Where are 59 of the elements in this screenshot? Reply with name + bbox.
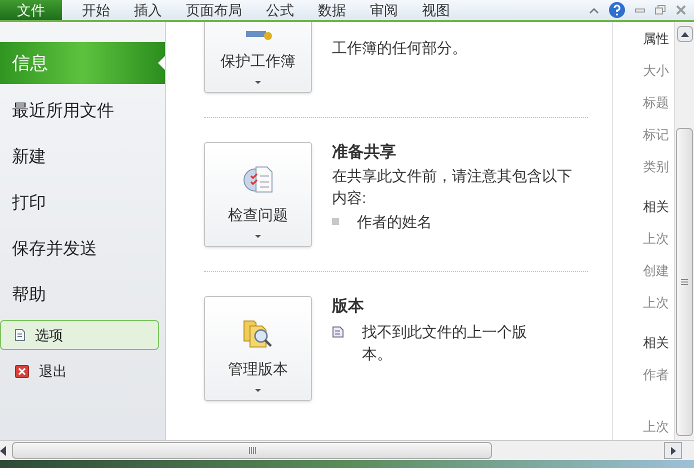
caret-icon (255, 389, 261, 392)
ribbon-tab[interactable]: 页面布局 (174, 0, 254, 20)
horizontal-scrollbar[interactable] (0, 440, 694, 460)
sidebar-item[interactable]: 最近所用文件 (0, 88, 165, 134)
property-label: 类别 (643, 158, 670, 176)
dropdown-button[interactable]: 检查问题 (204, 142, 312, 247)
list-item: 作者的姓名 (357, 213, 433, 233)
scroll-thumb[interactable] (12, 442, 492, 459)
ribbon-tab[interactable]: 数据 (306, 0, 358, 20)
description: 工作簿的任何部分。 (332, 39, 468, 59)
sidebar-item[interactable]: 选项 (0, 320, 159, 350)
caret-icon (255, 81, 261, 84)
scroll-up-button[interactable] (676, 26, 692, 42)
minimize-icon[interactable] (635, 7, 645, 13)
document-icon (15, 329, 25, 341)
property-label: 大小 (643, 62, 670, 80)
property-label: 上次 (643, 418, 670, 436)
description: 在共享此文件前，请注意其包含以下内容: (332, 167, 573, 209)
close-icon (15, 364, 29, 378)
restore-icon[interactable] (655, 5, 666, 15)
sidebar-item[interactable]: 打印 (0, 180, 165, 226)
property-label: 作者 (643, 366, 670, 384)
scroll-right-button[interactable] (664, 442, 682, 459)
caret-icon (255, 235, 261, 238)
sidebar-item[interactable]: 新建 (0, 134, 165, 180)
ribbon-tab[interactable]: 插入 (122, 0, 174, 20)
grip-icon (681, 279, 688, 285)
triangle-right-icon (670, 446, 676, 454)
section-title: 准备共享 (332, 142, 397, 163)
triangle-left-icon[interactable] (0, 446, 6, 456)
sidebar-item[interactable]: 退出 (0, 356, 159, 386)
section-heading: 相关 (643, 198, 670, 216)
ribbon-tab[interactable]: 审阅 (358, 0, 410, 20)
close-icon[interactable] (676, 5, 686, 15)
ribbon-tab[interactable]: 视图 (410, 0, 462, 20)
scroll-thumb[interactable] (676, 128, 693, 436)
sidebar-item[interactable]: 帮助 (0, 272, 165, 318)
bullet-icon (332, 218, 339, 225)
dropdown-button[interactable]: 保护工作簿 (204, 22, 312, 93)
section-heading: 属性 (643, 30, 670, 48)
sidebar-item[interactable]: 保存并发送 (0, 226, 165, 272)
list-item: 找不到此文件的上一个版本。 (362, 323, 528, 365)
property-label: 上次 (643, 230, 670, 248)
property-label: 标题 (643, 94, 670, 112)
grip-icon (248, 447, 256, 454)
section-title: 版本 (332, 296, 365, 317)
help-icon[interactable] (609, 2, 625, 18)
ribbon-tab[interactable]: 开始 (70, 0, 122, 20)
collapse-ribbon-icon[interactable] (589, 6, 599, 14)
ribbon-tab[interactable]: 公式 (254, 0, 306, 20)
section-heading: 相关 (643, 334, 670, 352)
property-label: 上次 (643, 294, 670, 312)
vertical-scrollbar[interactable] (674, 22, 694, 440)
ribbon-tab[interactable]: 文件 (0, 0, 62, 20)
property-label: 标记 (643, 126, 670, 144)
dropdown-button[interactable]: 管理版本 (204, 296, 312, 401)
document-icon (332, 326, 344, 338)
triangle-up-icon (680, 32, 688, 36)
property-label: 创建 (643, 262, 670, 280)
